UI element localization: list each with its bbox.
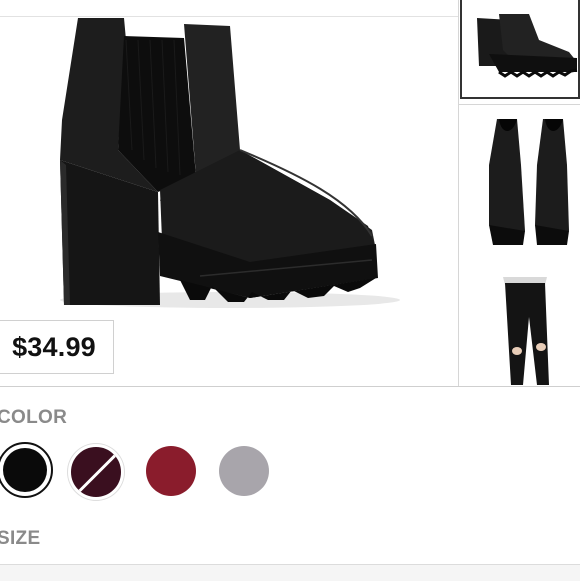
- price-tag: $34.99: [0, 320, 114, 374]
- price-label: $34.99: [12, 331, 96, 362]
- thumbnail-ripped-jeans[interactable]: [459, 267, 580, 386]
- swatch-burgundy[interactable]: [146, 446, 196, 496]
- ripped-jeans-icon: [503, 277, 549, 385]
- boots-pair-icon: [489, 119, 569, 245]
- thumbnail-boots-pair[interactable]: [459, 104, 580, 268]
- size-selector-bar[interactable]: [0, 564, 580, 581]
- selected-thumbnail-outline: [460, 0, 580, 99]
- thumbnail-boot-side[interactable]: [459, 0, 580, 102]
- thumbnail-strip: [458, 0, 580, 386]
- swatch-dark-burgundy[interactable]: [68, 444, 124, 500]
- color-heading: COLOR: [0, 407, 68, 428]
- size-heading: SIZE: [0, 528, 41, 549]
- main-product-image[interactable]: $34.99: [0, 17, 458, 386]
- image-divider: [0, 386, 580, 387]
- swatch-gray[interactable]: [219, 446, 269, 496]
- swatch-black[interactable]: [0, 442, 53, 498]
- unavailable-slash-icon: [74, 447, 121, 497]
- swatch-black-fill: [3, 448, 47, 492]
